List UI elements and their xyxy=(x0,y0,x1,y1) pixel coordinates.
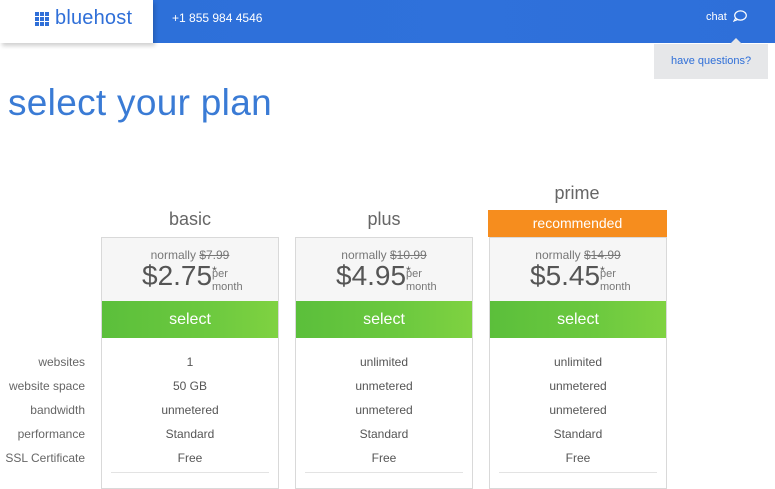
current-price: $5.45* xyxy=(530,260,605,291)
feature-value: unlimited xyxy=(359,355,409,369)
feature-value: Free xyxy=(371,451,397,465)
select-button-plus[interactable]: select xyxy=(296,301,472,338)
recommended-badge: recommended xyxy=(488,210,667,237)
feature-label-bandwidth: bandwidth xyxy=(30,403,85,417)
logo-grid-icon xyxy=(35,12,49,26)
per-month-label: per month xyxy=(212,268,243,293)
feature-label-ssl: SSL Certificate xyxy=(5,451,85,465)
phone-number[interactable]: +1 855 984 4546 xyxy=(172,11,262,25)
feature-value: unlimited xyxy=(553,355,603,369)
feature-value: 1 xyxy=(186,355,194,369)
feature-value: unmetered xyxy=(161,403,219,417)
plan-name-prime: prime xyxy=(554,183,600,203)
feature-value: unmetered xyxy=(549,379,607,393)
feature-value: Free xyxy=(177,451,203,465)
help-popover: have questions? xyxy=(654,38,768,79)
chat-link[interactable]: chat xyxy=(706,11,727,23)
feature-value: Free xyxy=(565,451,591,465)
current-price: $4.95* xyxy=(336,260,411,291)
logo[interactable]: bluehost xyxy=(0,0,153,43)
feature-value: Standard xyxy=(165,427,215,441)
feature-label-website-space: website space xyxy=(8,379,85,393)
per-month-label: per month xyxy=(600,268,631,293)
price-header: normally $7.99 $2.75* per month xyxy=(102,238,278,301)
plan-card-basic: normally $7.99 $2.75* per month select 1 … xyxy=(101,237,279,489)
divider xyxy=(499,472,657,473)
select-button-prime[interactable]: select xyxy=(490,301,666,338)
feature-value: Standard xyxy=(359,427,409,441)
select-button-basic[interactable]: select xyxy=(102,301,278,338)
plan-card-plus: normally $10.99 $4.95* per month select u… xyxy=(295,237,473,489)
divider xyxy=(305,472,463,473)
price-header: normally $10.99 $4.95* per month xyxy=(296,238,472,301)
feature-value: unmetered xyxy=(355,379,413,393)
have-questions-link[interactable]: have questions? xyxy=(671,55,751,67)
page-title: select your plan xyxy=(8,82,272,123)
feature-value: 50 GB xyxy=(172,379,208,393)
brand-name: bluehost xyxy=(55,7,133,29)
plan-name-plus: plus xyxy=(367,209,401,229)
feature-value: Standard xyxy=(553,427,603,441)
current-price: $2.75* xyxy=(142,260,217,291)
feature-value: unmetered xyxy=(549,403,607,417)
price-header: normally $14.99 $5.45* per month xyxy=(490,238,666,301)
plan-card-prime: normally $14.99 $5.45* per month select u… xyxy=(489,237,667,489)
plan-name-basic: basic xyxy=(168,209,212,229)
chat-bubble-icon[interactable] xyxy=(733,10,747,22)
feature-label-websites: websites xyxy=(38,355,85,369)
feature-value: unmetered xyxy=(355,403,413,417)
per-month-label: per month xyxy=(406,268,437,293)
divider xyxy=(111,472,269,473)
feature-label-performance: performance xyxy=(17,427,85,441)
